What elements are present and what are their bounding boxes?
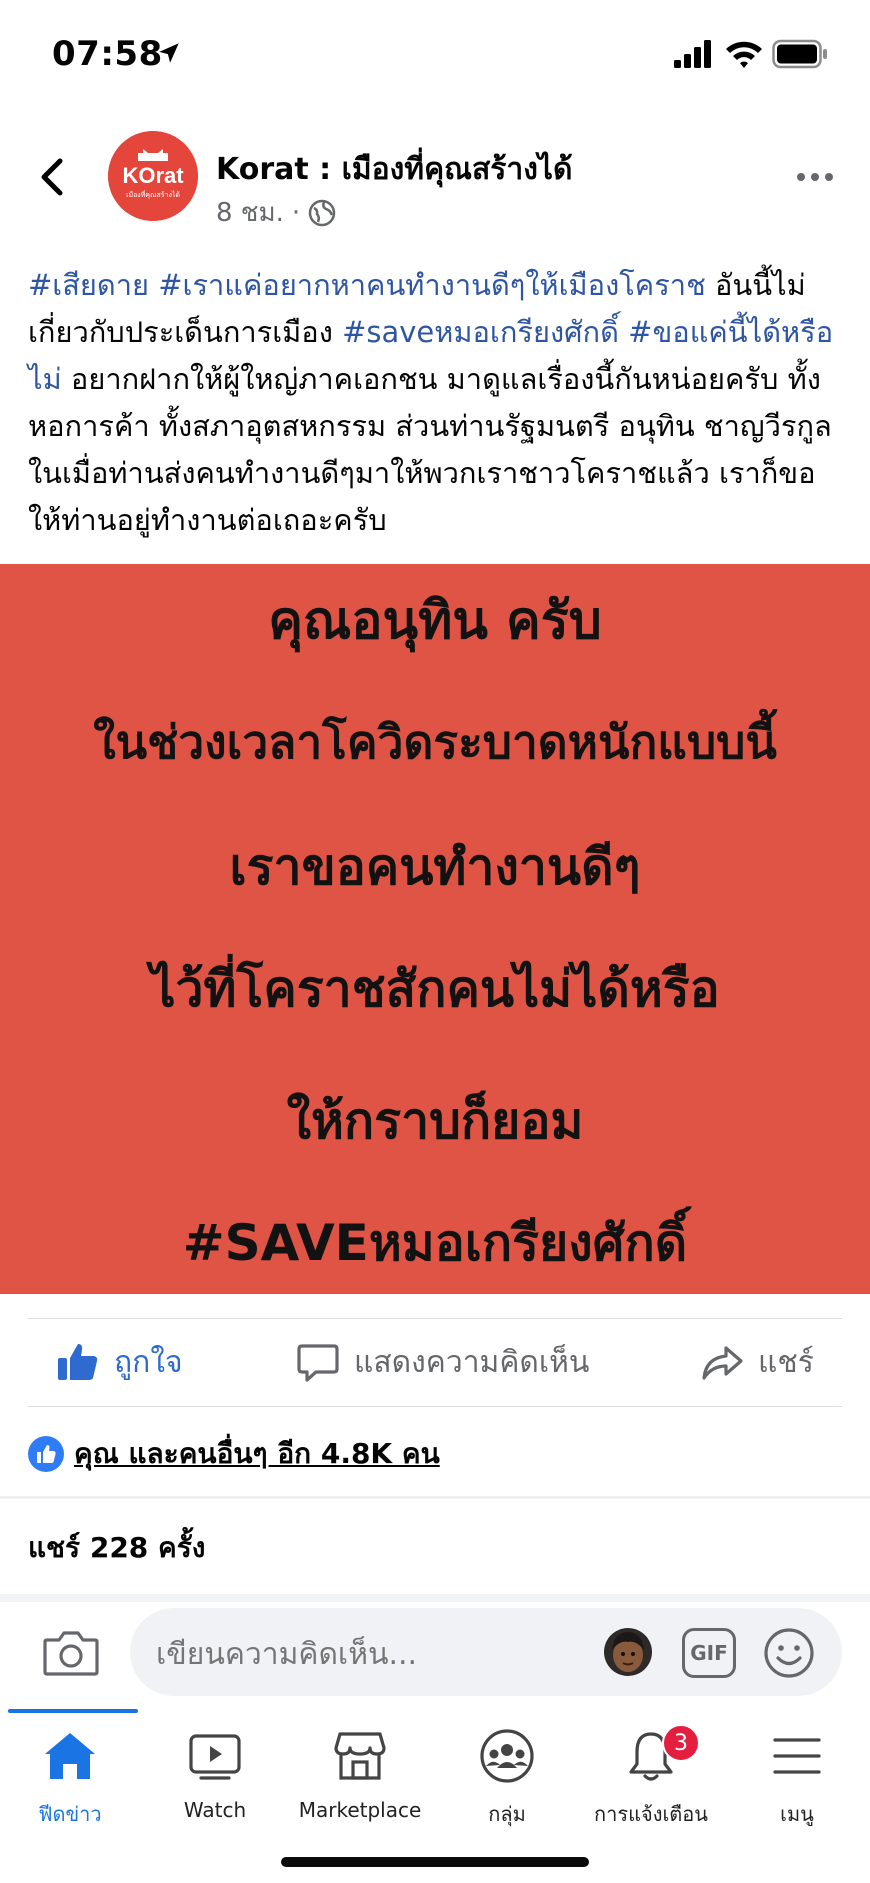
menu-icon <box>773 1738 821 1774</box>
comment-button[interactable]: แสดงความคิดเห็น <box>296 1332 589 1392</box>
more-options-icon[interactable] <box>795 162 835 192</box>
tab-label: ฟีดข่าว <box>38 1802 102 1826</box>
active-tab-indicator <box>8 1709 138 1713</box>
camera-icon[interactable] <box>42 1628 100 1678</box>
svg-text:เมืองที่คุณสร้างได้: เมืองที่คุณสร้างได้ <box>126 190 180 199</box>
globe-icon <box>308 199 336 226</box>
hashtag-link[interactable]: #เสียดาย <box>28 268 149 302</box>
post-time: 8 ชม. <box>216 198 284 228</box>
tab-label: กลุ่ม <box>488 1802 526 1826</box>
hashtag-link[interactable]: #saveหมอเกรียงศักดิ์ <box>342 315 619 349</box>
battery-icon <box>772 39 827 69</box>
back-chevron-icon[interactable] <box>36 155 68 199</box>
gif-icon[interactable]: GIF <box>682 1628 736 1678</box>
divider <box>28 1406 842 1407</box>
post-text-plain: อยากฝากให้ผู้ใหญ่ภาคเอกชน มาดูแลเรื่องนี… <box>28 362 832 537</box>
divider <box>28 1318 842 1319</box>
share-button[interactable]: แชร์ <box>700 1332 814 1392</box>
marketplace-icon <box>334 1732 386 1780</box>
tab-label: Watch <box>183 1798 247 1822</box>
hashtag-link[interactable]: #เราแค่อยากหาคนทำงานดีๆให้เมืองโคราช <box>158 268 706 302</box>
thumbs-up-icon <box>58 1344 98 1380</box>
like-label: ถูกใจ <box>114 1344 183 1380</box>
groups-icon <box>480 1729 534 1783</box>
post-image[interactable]: คุณอนุทิน ครับ ในช่วงเวลาโควิดระบาดหนักแ… <box>0 564 870 1294</box>
section-separator <box>0 1496 870 1499</box>
home-icon <box>45 1733 95 1779</box>
avatar-sticker-icon[interactable] <box>602 1626 654 1678</box>
tab-marketplace[interactable]: Marketplace <box>285 1728 435 1822</box>
like-button[interactable]: ถูกใจ <box>56 1332 183 1392</box>
emoji-icon[interactable] <box>762 1626 816 1680</box>
image-text-line: เราขอคนทำงานดีๆ <box>229 838 641 896</box>
wifi-icon <box>726 41 762 68</box>
post-text-plain <box>619 315 628 349</box>
post-meta: 8 ชม. · <box>216 192 336 233</box>
svg-text:KOrat: KOrat <box>122 163 184 188</box>
tab-label: การแจ้งเตือน <box>594 1802 708 1826</box>
image-text-line: ในช่วงเวลาโควิดระบาดหนักแบบนี้ <box>93 715 777 769</box>
page-avatar[interactable]: KOrat เมืองที่คุณสร้างได้ <box>108 131 198 221</box>
status-time: 07:58 <box>52 34 163 74</box>
image-text-line: #SAVEหมอเกรียงศักดิ์ <box>182 1214 688 1272</box>
share-label: แชร์ <box>758 1344 814 1380</box>
notification-badge: 3 <box>662 1724 700 1762</box>
tab-notifications[interactable]: 3 การแจ้งเตือน <box>576 1724 726 1830</box>
tab-label: เมนู <box>780 1802 814 1826</box>
reactions-summary[interactable]: คุณ และคนอื่นๆ อีก 4.8K คน <box>28 1432 440 1476</box>
home-indicator[interactable] <box>281 1857 589 1867</box>
status-bar: 07:58 <box>0 0 870 110</box>
meta-separator: · <box>291 197 301 228</box>
comment-bubble-icon <box>297 1344 339 1382</box>
image-text-line: ให้กราบก็ยอม <box>286 1092 584 1150</box>
comment-label: แสดงความคิดเห็น <box>354 1344 590 1380</box>
tab-menu[interactable]: เมนู <box>722 1728 870 1830</box>
post-text: #เสียดาย #เราแค่อยากหาคนทำงานดีๆให้เมือง… <box>28 262 844 544</box>
share-arrow-icon <box>702 1346 743 1380</box>
image-text-line: ไว้ที่โคราชสักคนไม่ได้หรือ <box>150 960 720 1018</box>
tab-label: Marketplace <box>298 1798 422 1822</box>
watch-icon <box>189 1734 241 1780</box>
location-arrow-icon <box>159 43 179 63</box>
cellular-signal-icon <box>674 40 711 68</box>
comment-input[interactable] <box>156 1634 576 1674</box>
tab-watch[interactable]: Watch <box>140 1728 290 1822</box>
shares-count[interactable]: แชร์ 228 ครั้ง <box>28 1526 205 1570</box>
image-text-line: คุณอนุทิน ครับ <box>268 591 602 651</box>
reactions-text: คุณ และคนอื่นๆ อีก 4.8K คน <box>74 1437 440 1470</box>
tab-news-feed[interactable]: ฟีดข่าว <box>0 1728 145 1830</box>
tab-groups[interactable]: กลุ่ม <box>432 1728 582 1830</box>
korat-logo: KOrat เมืองที่คุณสร้างได้ <box>108 131 198 221</box>
page-name[interactable]: Korat : เมืองที่คุณสร้างได้ <box>216 146 572 193</box>
like-reaction-icon <box>28 1436 64 1472</box>
post-text-plain <box>149 268 158 302</box>
